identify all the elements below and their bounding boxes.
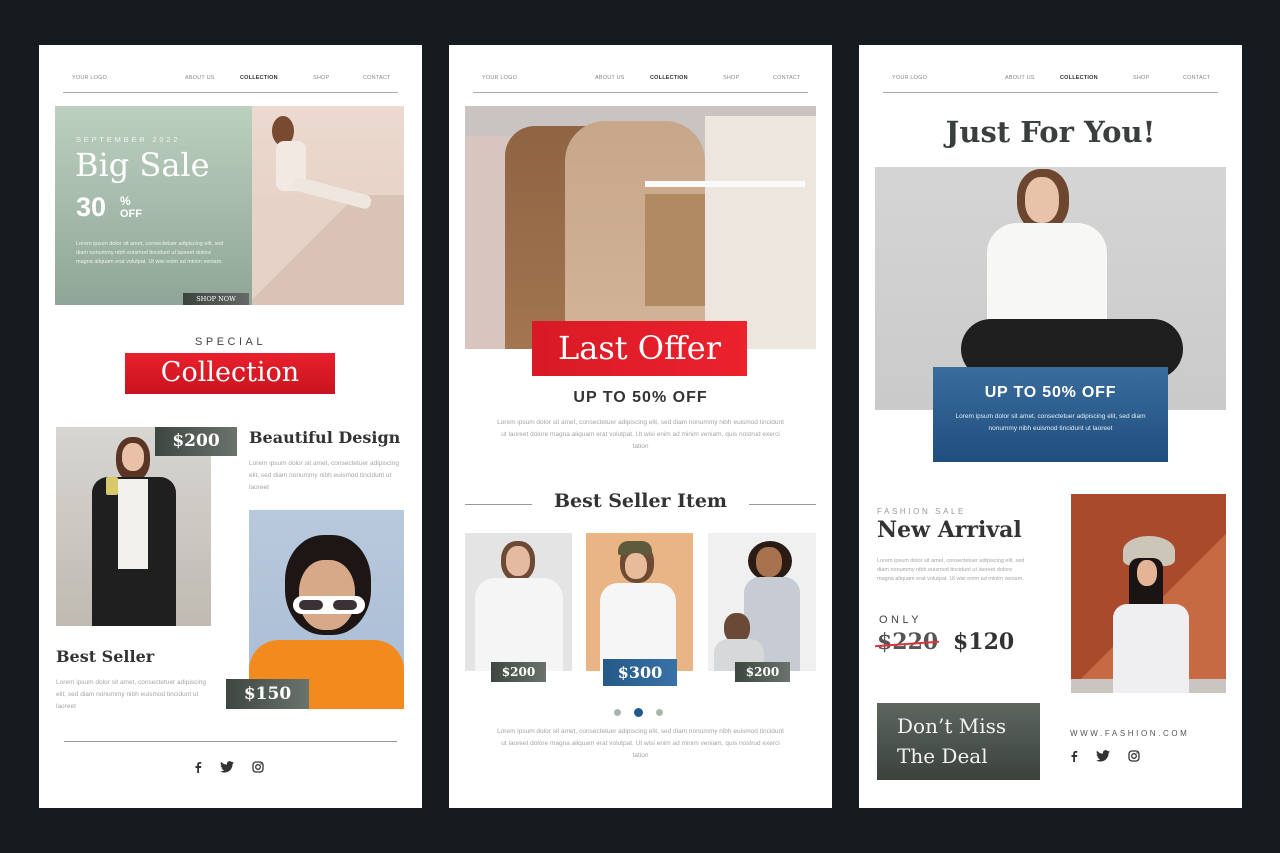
price-tag: $200	[491, 662, 546, 682]
discount-off: OFF	[120, 208, 142, 220]
discount-box: UP TO 50% OFF Lorem ipsum dolor sit amet…	[933, 367, 1168, 462]
price-tag: $200	[735, 662, 790, 682]
facebook-icon[interactable]	[1070, 750, 1078, 762]
discount-number: 30	[76, 192, 107, 222]
twitter-icon[interactable]	[1096, 750, 1110, 762]
carousel-dot[interactable]	[656, 709, 663, 716]
nav-shop[interactable]: SHOP	[313, 75, 329, 81]
hero-body: Lorem ipsum dolor sit amet, consectetuer…	[76, 241, 224, 265]
new-arrival-title: New Arrival	[877, 517, 1022, 543]
carousel-dot-active[interactable]	[634, 708, 643, 717]
top-nav: YOUR LOGO ABOUT US COLLECTION SHOP CONTA…	[892, 73, 1211, 93]
arrival-photo-woman-hat	[1071, 494, 1226, 693]
fashion-sale-eyebrow: FASHION SALE	[877, 507, 966, 516]
only-label: ONLY	[879, 614, 923, 626]
top-nav: YOUR LOGO ABOUT US COLLECTION SHOP CONTA…	[72, 73, 391, 93]
footer-body: Lorem ipsum dolor sit amet, consectetuer…	[497, 728, 784, 759]
nav-about[interactable]: ABOUT US	[1005, 75, 1035, 81]
email-template-last-offer: YOUR LOGO ABOUT US COLLECTION SHOP CONTA…	[449, 45, 832, 808]
product-body: Lorem ipsum dolor sit amet, consectetuer…	[249, 460, 399, 491]
nav-divider	[63, 92, 398, 93]
email-template-big-sale: YOUR LOGO ABOUT US COLLECTION SHOP CONTA…	[39, 45, 422, 808]
last-offer-banner: Last Offer	[532, 321, 747, 376]
hero-banner: SEPTEMBER 2022 Big Sale 30 % OFF Lorem i…	[55, 106, 404, 305]
discount-body: Lorem ipsum dolor sit amet, consectetuer…	[955, 413, 1146, 432]
page-title: Just For You!	[945, 115, 1156, 149]
instagram-icon[interactable]	[1128, 750, 1140, 762]
dont-miss-deal-button[interactable]: Don’t Miss The Deal	[877, 703, 1040, 780]
section-divider-right	[749, 504, 816, 505]
social-links	[194, 761, 264, 773]
logo[interactable]: YOUR LOGO	[892, 75, 927, 81]
discount-sign: %	[120, 194, 131, 208]
nav-about[interactable]: ABOUT US	[185, 75, 215, 81]
product-title: Beautiful Design	[249, 428, 401, 447]
special-label: SPECIAL	[195, 336, 266, 348]
hero-title: Big Sale	[75, 146, 210, 184]
logo[interactable]: YOUR LOGO	[482, 75, 517, 81]
section-title: Best Seller Item	[553, 490, 728, 512]
product-photo-beanie	[586, 533, 693, 671]
product-body: Lorem ipsum dolor sit amet, consectetuer…	[56, 679, 206, 710]
product-title: Best Seller	[56, 647, 155, 666]
shop-now-button[interactable]: SHOP NOW	[183, 293, 249, 305]
instagram-icon[interactable]	[252, 761, 264, 773]
twitter-icon[interactable]	[220, 761, 234, 773]
nav-collection[interactable]: COLLECTION	[240, 75, 278, 81]
hero-eyebrow: SEPTEMBER 2022	[76, 135, 181, 144]
carousel-dots	[614, 708, 663, 717]
price-tag-featured: $300	[603, 659, 677, 686]
hero-photo-woman-stairs	[252, 106, 404, 305]
logo[interactable]: YOUR LOGO	[72, 75, 107, 81]
footer-divider	[64, 741, 397, 742]
nav-collection[interactable]: COLLECTION	[1060, 75, 1098, 81]
nav-shop[interactable]: SHOP	[723, 75, 739, 81]
price-tag: $150	[226, 679, 309, 709]
nav-shop[interactable]: SHOP	[1133, 75, 1149, 81]
nav-contact[interactable]: CONTACT	[363, 75, 391, 81]
nav-divider	[473, 92, 808, 93]
arrival-body: Lorem ipsum dolor sit amet, consectetuer…	[877, 558, 1025, 582]
discount-headline: UP TO 50% OFF	[984, 384, 1117, 401]
hero-discount: 30 % OFF	[76, 192, 142, 223]
collection-banner: Collection	[125, 353, 335, 394]
product-photo-hoodies	[708, 533, 816, 671]
new-price: $120	[953, 629, 1015, 655]
email-template-just-for-you: YOUR LOGO ABOUT US COLLECTION SHOP CONTA…	[859, 45, 1242, 808]
website-link[interactable]: WWW.FASHION.COM	[1070, 729, 1189, 738]
nav-contact[interactable]: CONTACT	[1183, 75, 1211, 81]
cta-line1: Don’t Miss	[897, 714, 1007, 738]
price-tag: $200	[155, 427, 237, 456]
cta-line2: The Deal	[897, 744, 988, 768]
social-links	[1070, 750, 1140, 762]
discount-headline: UP TO 50% OFF	[573, 389, 708, 406]
nav-about[interactable]: ABOUT US	[595, 75, 625, 81]
nav-divider	[883, 92, 1218, 93]
facebook-icon[interactable]	[194, 761, 202, 773]
hero-photo-clothes-rack	[465, 106, 816, 349]
product-photo-white-sweater	[465, 533, 572, 671]
product-photo-woman-phone	[56, 427, 211, 626]
carousel-dot[interactable]	[614, 709, 621, 716]
nav-collection[interactable]: COLLECTION	[650, 75, 688, 81]
top-nav: YOUR LOGO ABOUT US COLLECTION SHOP CONTA…	[482, 73, 801, 93]
nav-contact[interactable]: CONTACT	[773, 75, 801, 81]
discount-body: Lorem ipsum dolor sit amet, consectetuer…	[497, 419, 784, 450]
